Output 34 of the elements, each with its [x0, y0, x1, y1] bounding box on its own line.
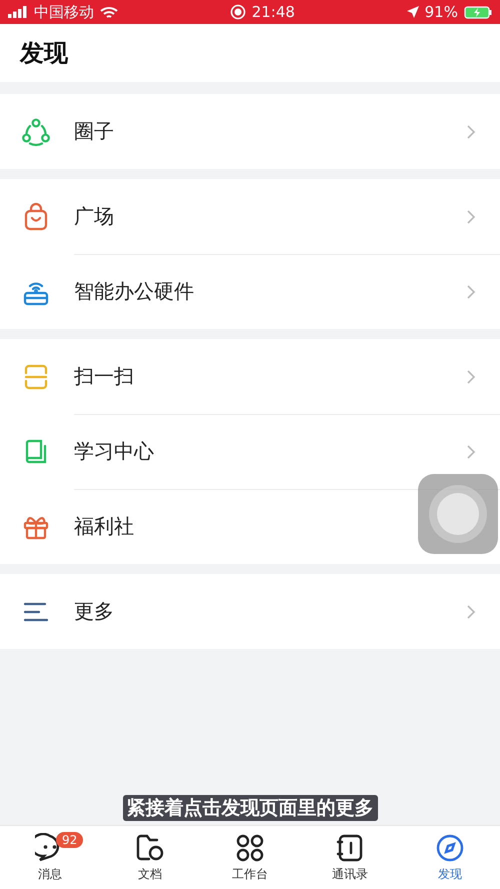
video-caption: 紧接着点击发现页面里的更多 [122, 795, 378, 821]
tab[interactable]: 消息 92 [0, 826, 100, 889]
page-title: 发现 [20, 38, 68, 69]
menu-item[interactable]: 圈子 [0, 94, 500, 169]
clock-time: 21:48 [252, 3, 295, 21]
chevron-right-icon [466, 284, 476, 300]
folder-icon [135, 832, 165, 862]
people-circle-icon [21, 116, 51, 146]
tab[interactable]: 发现 [400, 826, 500, 889]
compass-icon [435, 832, 465, 862]
chevron-right-icon [466, 604, 476, 620]
record-icon [230, 4, 246, 20]
chevron-right-icon [466, 208, 476, 224]
tab[interactable]: 文档 [100, 826, 200, 889]
menu-item[interactable]: 扫一扫 [0, 339, 500, 414]
menu-item[interactable]: 学习中心 [0, 414, 500, 489]
address-book-icon [335, 832, 365, 862]
assistive-touch-button[interactable] [418, 474, 498, 554]
menu-item[interactable]: 更多 [0, 574, 500, 649]
location-arrow-icon [406, 6, 419, 18]
signal-icon [8, 6, 28, 18]
tab[interactable]: 工作台 [200, 826, 300, 889]
battery-percent: 91% [424, 3, 458, 21]
chevron-right-icon [466, 368, 476, 384]
chevron-right-icon [466, 124, 476, 140]
wifi-icon [100, 6, 118, 18]
menu-item[interactable]: 智能办公硬件 [0, 254, 500, 329]
menu-item[interactable]: 广场 [0, 179, 500, 254]
tab[interactable]: 通讯录 [300, 826, 400, 889]
grid-icon [235, 832, 265, 862]
battery-charging-icon [464, 6, 492, 18]
chevron-right-icon [466, 444, 476, 460]
carrier-name: 中国移动 [34, 2, 94, 22]
unread-badge: 92 [56, 832, 84, 848]
